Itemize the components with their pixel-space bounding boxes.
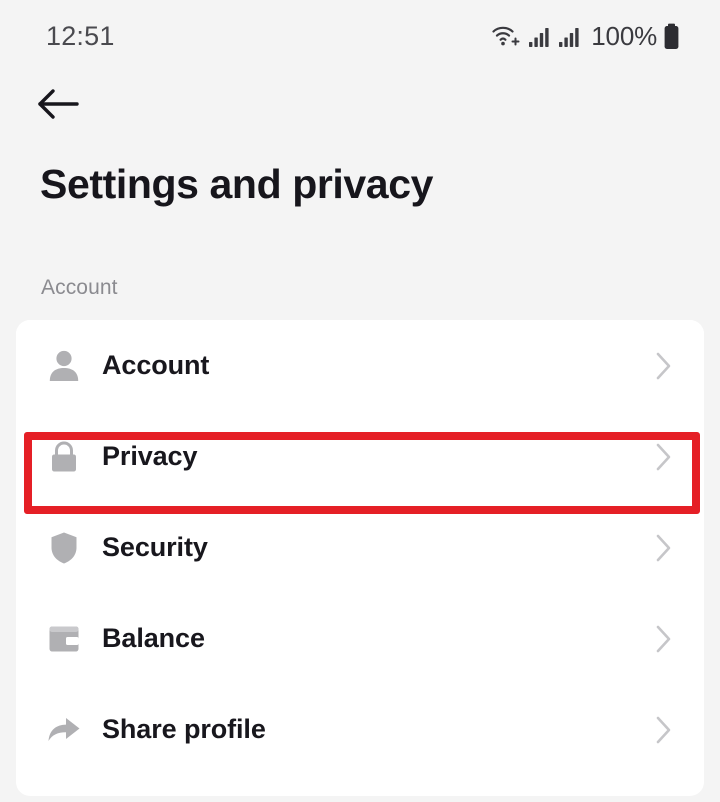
list-item-security[interactable]: Security: [16, 502, 704, 593]
chevron-right-icon[interactable]: [650, 534, 678, 562]
phone-screen: 12:51 100% Settings and privacy Account …: [0, 0, 720, 802]
arrow-left-icon: [36, 86, 80, 127]
back-button[interactable]: [26, 78, 90, 134]
chevron-right-icon[interactable]: [650, 443, 678, 471]
share-arrow-icon: [44, 710, 84, 750]
wallet-icon: [44, 619, 84, 659]
battery-percentage-label: 100%: [591, 21, 657, 51]
section-header-account: Account: [41, 276, 118, 299]
list-item-account[interactable]: Account: [16, 320, 704, 411]
battery-icon: [663, 23, 680, 50]
status-bar: 12:51 100%: [0, 0, 720, 72]
list-item-privacy[interactable]: Privacy: [16, 411, 704, 502]
list-item-share-profile[interactable]: Share profile: [16, 684, 704, 775]
list-item-label: Privacy: [102, 441, 198, 471]
list-item-label: Share profile: [102, 714, 266, 744]
signal-bars-icon: [559, 24, 583, 48]
lock-icon: [44, 437, 84, 477]
list-item-label: Account: [102, 350, 210, 380]
signal-bars-icon: [529, 24, 553, 48]
wifi-calling-icon: [491, 23, 523, 49]
settings-list-card: Account Privacy Security Balance Share p…: [16, 320, 704, 796]
list-item-label: Balance: [102, 623, 205, 653]
list-item-balance[interactable]: Balance: [16, 593, 704, 684]
status-bar-indicators: 100%: [491, 23, 680, 50]
page-title: Settings and privacy: [40, 161, 434, 207]
person-icon: [44, 346, 84, 386]
shield-icon: [44, 528, 84, 568]
chevron-right-icon[interactable]: [650, 716, 678, 744]
chevron-right-icon[interactable]: [650, 625, 678, 653]
chevron-right-icon[interactable]: [650, 352, 678, 380]
list-item-label: Security: [102, 532, 208, 562]
status-bar-clock: 12:51: [46, 20, 115, 51]
